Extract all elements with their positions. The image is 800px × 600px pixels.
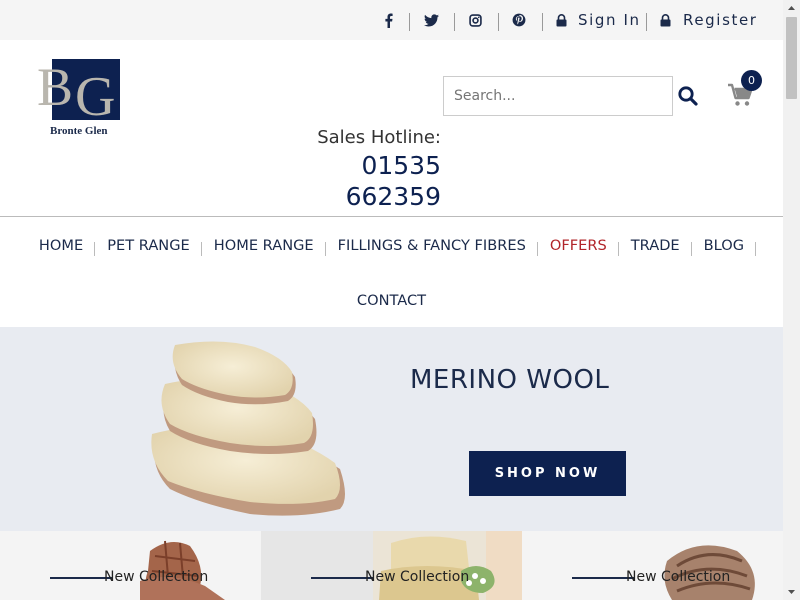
- collection-line: [572, 577, 634, 579]
- nav-offers[interactable]: OFFERS: [538, 237, 619, 256]
- collection-image-2: [373, 531, 522, 600]
- sales-hotline: Sales Hotline: 01535 662359: [246, 124, 441, 214]
- header-divider: [0, 216, 783, 217]
- logo-letter-b: B: [37, 57, 73, 117]
- collection-image-3: [664, 545, 755, 600]
- nav-home-range[interactable]: HOME RANGE: [202, 237, 326, 256]
- divider: [646, 13, 647, 31]
- scroll-up-arrow[interactable]: [783, 0, 800, 17]
- nav-home[interactable]: HOME: [27, 237, 96, 256]
- instagram-icon[interactable]: [469, 0, 482, 40]
- main-nav: HOME PET RANGE HOME RANGE FILLINGS & FAN…: [0, 232, 783, 258]
- cart-count-badge: 0: [741, 70, 762, 91]
- nav-contact[interactable]: CONTACT: [345, 292, 438, 309]
- divider: [498, 13, 499, 31]
- collection-line: [311, 577, 373, 579]
- divider: [409, 13, 410, 31]
- scrollbar-thumb[interactable]: [786, 17, 797, 99]
- logo-letter-g: G: [75, 66, 115, 128]
- pinterest-icon[interactable]: [512, 0, 526, 40]
- hotline-number-line1: 01535: [361, 151, 441, 180]
- collection-tile-2[interactable]: New Collection: [261, 531, 522, 600]
- register-link[interactable]: Register: [660, 0, 758, 40]
- banner-title: MERINO WOOL: [410, 365, 610, 395]
- hotline-label: Sales Hotline:: [317, 127, 441, 148]
- hero-banner: MERINO WOOL: [0, 327, 783, 531]
- twitter-icon[interactable]: [424, 0, 439, 40]
- hotline-number-line2: 662359: [345, 182, 441, 211]
- search-input[interactable]: [443, 76, 673, 116]
- lock-icon: [660, 13, 671, 26]
- collection-line: [50, 577, 112, 579]
- divider: [542, 13, 543, 31]
- collection-tile-3[interactable]: New Collection: [522, 531, 783, 600]
- collection-tile-1[interactable]: New Collection: [0, 531, 261, 600]
- sign-in-link[interactable]: Sign In: [556, 0, 641, 40]
- pillows-image: [151, 341, 345, 516]
- scroll-down-arrow[interactable]: [783, 583, 800, 600]
- collection-image-1: [140, 540, 225, 600]
- nav-fillings-fancy-fibres[interactable]: FILLINGS & FANCY FIBRES: [326, 237, 539, 256]
- main-nav-row2: CONTACT: [0, 287, 783, 313]
- divider: [454, 13, 455, 31]
- top-bar: Sign In Register: [0, 0, 783, 40]
- nav-blog[interactable]: BLOG: [692, 237, 757, 256]
- collection-label-1: New Collection: [104, 569, 209, 585]
- logo-caption: Bronte Glen: [50, 125, 108, 137]
- register-label: Register: [683, 11, 758, 29]
- lock-icon: [556, 13, 567, 26]
- collection-label-2: New Collection: [365, 569, 470, 585]
- shop-now-button[interactable]: SHOP NOW: [469, 451, 626, 496]
- nav-pet-range[interactable]: PET RANGE: [95, 237, 202, 256]
- facebook-icon[interactable]: [384, 0, 393, 40]
- nav-trade[interactable]: TRADE: [619, 237, 692, 256]
- sign-in-label: Sign In: [578, 11, 641, 29]
- search-icon[interactable]: [676, 84, 700, 108]
- collection-label-3: New Collection: [626, 569, 731, 585]
